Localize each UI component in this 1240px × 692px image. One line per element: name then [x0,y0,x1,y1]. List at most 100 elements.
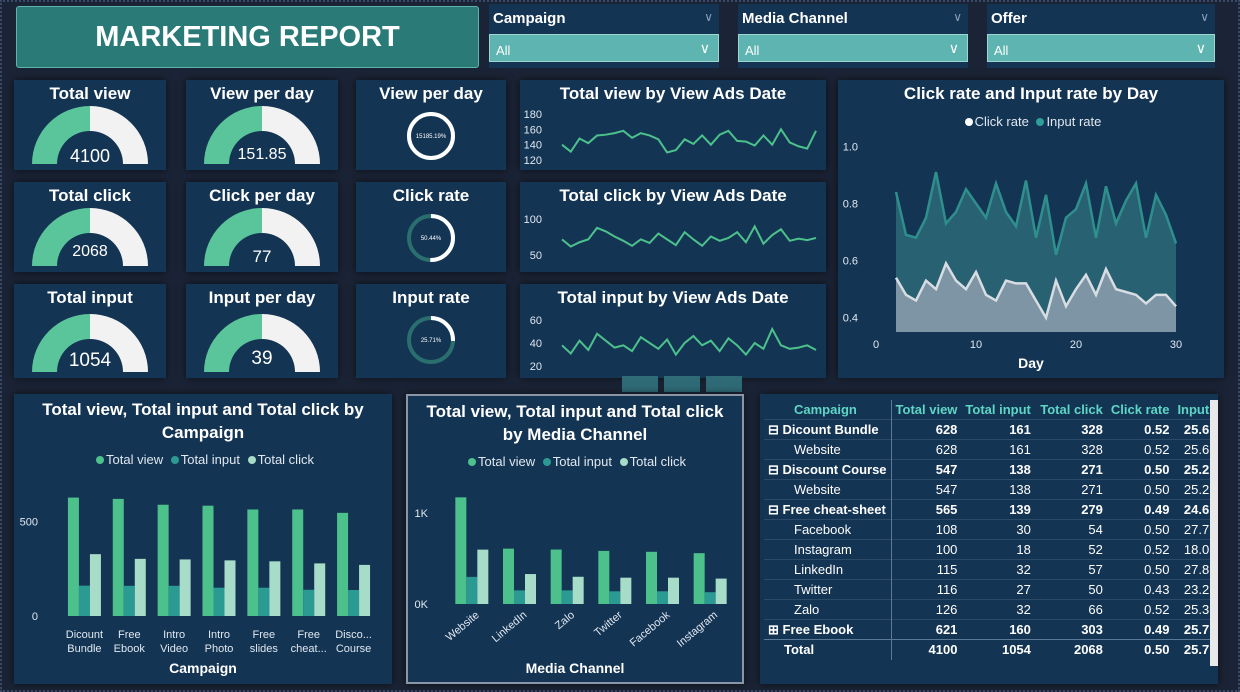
cell-text: Discount Course [782,461,887,477]
cell-input-rate: 24.6 [1173,499,1214,520]
cell-text: Zalo [794,602,820,617]
page-nav-button[interactable] [664,376,700,392]
cell-total-input: 32 [961,559,1035,580]
line-plot: 180 160 140 120 [524,109,817,167]
cell-campaign: Twitter [764,579,892,600]
cell-total-view: 116 [890,579,962,600]
page-nav-button[interactable] [622,376,658,392]
campaign-dropdown[interactable]: All ∨ [489,34,719,62]
bar [503,548,514,604]
cell-campaign: Website [764,479,892,500]
expand-icon[interactable]: ⊞ [768,622,783,637]
campaign-matrix[interactable]: Campaign Total view Total input Total cl… [764,400,1214,660]
offer-dropdown[interactable]: All ∨ [987,34,1215,62]
column-header[interactable]: Campaign [764,400,891,420]
chevron-down-icon[interactable]: ∨ [1196,40,1206,57]
column-header[interactable]: Input [1173,400,1213,420]
total-input-card[interactable]: Total input 1054 [14,284,166,378]
column-header[interactable]: Total input [961,400,1034,420]
media-channel-bar-chart[interactable]: Total view, Total input and Total click … [406,394,744,684]
x-tick-label: Ebook [114,643,146,655]
cell-total-input: 161 [961,419,1035,440]
chevron-down-icon[interactable]: ∨ [949,40,959,57]
scrollbar[interactable] [1210,400,1218,666]
x-axis-title: Day [1018,355,1044,371]
matrix-row[interactable]: Website 628 161 328 0.52 25.6 [764,439,1214,460]
line-plot: 60 40 20 [530,315,817,373]
view-per-day-ring-card[interactable]: View per day 15185.19% [356,80,506,170]
total-view-card[interactable]: Total view 4100 [14,80,166,170]
matrix-row[interactable]: LinkedIn 115 32 57 0.50 27.8 [764,559,1214,580]
ring-chart: 25.71% [407,316,455,364]
bar [292,509,304,616]
ring-chart: 15185.19% [407,112,455,160]
y-tick-label: 0.4 [843,313,858,325]
page-nav-button[interactable] [706,376,742,392]
bar [89,554,101,616]
campaign-slicer[interactable]: Campaign ∨ All ∨ [489,4,719,68]
x-tick-label: Website [444,609,482,644]
matrix-row[interactable]: ⊟ Free cheat-sheet 565 139 279 0.49 24.6 [764,499,1214,520]
matrix-row[interactable]: Website 547 138 271 0.50 25.2 [764,479,1214,500]
input-per-day-card[interactable]: Input per day 39 [186,284,338,378]
line-plot: 100 50 [524,214,817,262]
bar [514,590,525,604]
matrix-row[interactable]: Instagram 100 18 52 0.52 18.0 [764,539,1214,560]
rate-by-day-chart[interactable]: Click rate and Input rate by Day Click r… [838,80,1224,378]
bar [269,561,281,616]
cell-click-rate: 0.50 [1106,559,1174,580]
media-channel-dropdown[interactable]: All ∨ [738,34,968,62]
total-click-card[interactable]: Total click 2068 [14,182,166,272]
collapse-icon[interactable]: ⊟ [768,422,783,437]
series-line [561,224,817,248]
input-rate-ring-card[interactable]: Input rate 25.71% [356,284,506,378]
input-by-date-chart[interactable]: Total input by View Ads Date 60 40 20 [520,284,826,378]
media-channel-slicer[interactable]: Media Channel ∨ All ∨ [738,4,968,68]
matrix-row[interactable]: ⊞ Free Ebook 621 160 303 0.49 25.7 [764,619,1214,640]
cell-total-view: 565 [890,499,962,520]
cell-text: Website [794,442,841,457]
chevron-down-icon: ∨ [704,10,713,24]
collapse-icon[interactable]: ⊟ [768,502,783,517]
click-per-day-card[interactable]: Click per day 77 [186,182,338,272]
bar [620,577,632,604]
cell-total-click: 328 [1034,439,1107,460]
slicer-label: Media Channel [742,10,848,27]
bar [247,509,259,616]
offer-slicer[interactable]: Offer ∨ All ∨ [987,4,1215,68]
view-per-day-card[interactable]: View per day 151.85 [186,80,338,170]
matrix-row[interactable]: Total 4100 1054 2068 0.50 25.7 [764,639,1214,660]
column-header[interactable]: Total view [890,400,962,420]
y-tick-label: 40 [530,338,542,350]
cell-total-view: 621 [890,619,962,640]
view-by-date-chart[interactable]: Total view by View Ads Date 180 160 140 120 [520,80,826,170]
collapse-icon[interactable]: ⊟ [768,462,783,477]
bar [657,591,668,604]
bar [157,504,169,616]
column-header[interactable]: Click rate [1107,400,1174,420]
cell-total-view: 628 [890,439,962,460]
y-tick-label: 60 [530,315,542,327]
chevron-down-icon[interactable]: ∨ [700,40,710,57]
card-value: 151.85 [237,146,287,163]
y-tick-label: 160 [524,124,542,136]
matrix-row[interactable]: ⊟ Discount Course 547 138 271 0.50 25.2 [764,459,1214,480]
cell-total-click: 57 [1034,559,1107,580]
x-tick-label: Free [253,629,276,641]
click-by-date-chart[interactable]: Total click by View Ads Date 100 50 [520,182,826,272]
campaign-bar-chart[interactable]: Total view, Total input and Total click … [14,394,392,684]
matrix-row[interactable]: Twitter 116 27 50 0.43 23.2 [764,579,1214,600]
column-header[interactable]: Total click [1035,400,1107,420]
cell-click-rate: 0.52 [1106,439,1174,460]
click-rate-ring-card[interactable]: Click rate 50.44% [356,182,506,272]
x-tick-label: cheat... [291,643,327,655]
bar [112,498,124,616]
matrix-row[interactable]: ⊟ Dicount Bundle 628 161 328 0.52 25.6 [764,419,1214,440]
cell-text: Free cheat-sheet [782,501,886,517]
bar [598,550,610,604]
matrix-row[interactable]: Zalo 126 32 66 0.52 25.3 [764,599,1214,620]
cell-input-rate: 25.3 [1173,599,1214,620]
cell-total-input: 18 [961,539,1035,560]
bar [224,560,236,616]
matrix-row[interactable]: Facebook 108 30 54 0.50 27.7 [764,519,1214,540]
